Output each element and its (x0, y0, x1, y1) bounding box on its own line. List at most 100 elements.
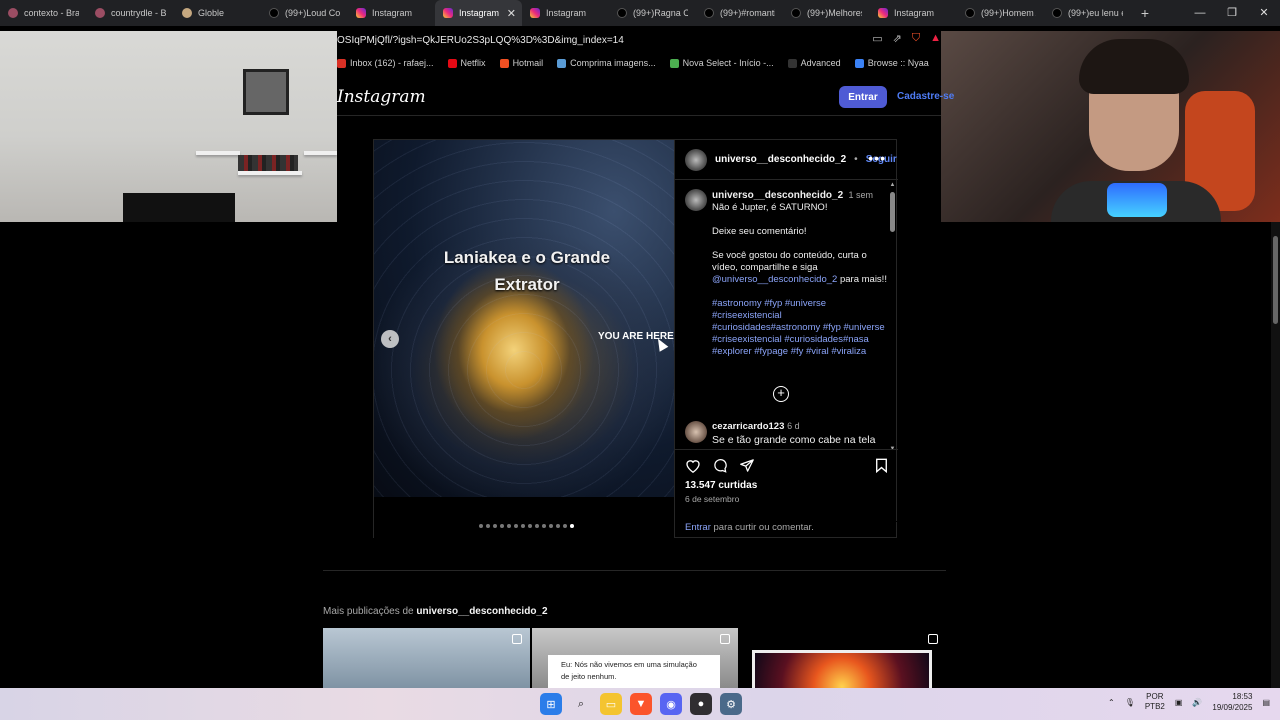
caption-hashtags[interactable]: #astronomy #fyp #universe #criseexistenc… (712, 298, 887, 358)
bookmark-label: Browse :: Nyaa (867, 58, 929, 68)
url-text[interactable]: OSIqPMjQfl/?igsh=QkJERUo2S3pLQQ%3D%3D&im… (337, 35, 624, 46)
browser-tab[interactable]: countrydle - Br (87, 0, 174, 26)
author-avatar[interactable] (685, 148, 707, 171)
caption-line-2: Deixe seu comentário! (712, 226, 807, 237)
browser-tab[interactable]: (99+)Ragna Cri (609, 0, 696, 26)
browser-tab[interactable]: Instagram (870, 0, 957, 26)
carousel-dot (521, 524, 525, 528)
share-paper-plane-icon[interactable] (739, 458, 755, 473)
more-post-thumbnail[interactable] (740, 628, 946, 688)
likes-count[interactable]: 13.547 curtidas (685, 480, 757, 491)
system-tray: ⌃ 🎙 POR PTB2 ▣ 🔊 18:53 19/09/2025 ▤ (1108, 691, 1270, 713)
close-tab-icon[interactable]: ✕ (507, 7, 516, 20)
address-bar[interactable]: OSIqPMjQfl/?igsh=QkJERUo2S3pLQQ%3D%3D&im… (337, 30, 941, 50)
carousel-dot (479, 524, 483, 528)
comment-bubble-icon[interactable] (712, 458, 728, 473)
brave-browser-icon[interactable]: ▼ (630, 693, 652, 715)
restore-button[interactable]: ❐ (1216, 0, 1248, 26)
browser-tab[interactable]: Globle (174, 0, 261, 26)
browser-tab[interactable]: Instagram ✕ (435, 0, 522, 26)
new-tab-button[interactable]: + (1135, 5, 1155, 21)
load-more-comments-button[interactable]: + (773, 386, 789, 402)
caption-line-3: Se você gostou do conteúdo, curta o víde… (712, 250, 887, 285)
carousel-dot (535, 524, 539, 528)
comments-list[interactable]: universo__desconhecido_2 1 sem Não é Jup… (675, 181, 898, 449)
carousel-footer (374, 497, 674, 538)
obs-icon[interactable]: ● (690, 693, 712, 715)
network-icon[interactable]: ▣ (1175, 698, 1183, 707)
browser-tab[interactable]: Instagram (348, 0, 435, 26)
bookmark-item[interactable]: Netflix (447, 58, 486, 68)
save-bookmark-icon[interactable] (875, 458, 888, 473)
comments-scrollbar[interactable]: ▲ ▼ (889, 182, 896, 452)
carousel-dot (493, 524, 497, 528)
more-posts-author[interactable]: universo__desconhecido_2 (416, 606, 547, 617)
carousel-dot (514, 524, 518, 528)
clock[interactable]: 18:53 19/09/2025 (1212, 691, 1252, 713)
browser-tab[interactable]: (99+)eu lenu e (1044, 0, 1131, 26)
settings-gear-icon[interactable]: ⚙ (720, 693, 742, 715)
bookmark-item[interactable]: Comprima imagens... (557, 58, 656, 68)
instagram-logo[interactable]: Instagram (337, 87, 426, 107)
caption-username[interactable]: universo__desconhecido_2 (712, 190, 843, 201)
author-username[interactable]: universo__desconhecido_2 (715, 154, 846, 165)
post-sidebar: universo__desconhecido_2 • Seguir ••• un… (674, 140, 898, 537)
close-window-button[interactable]: ✕ (1248, 0, 1280, 26)
bookmark-item[interactable]: Browse :: Nyaa (854, 58, 929, 68)
browser-tab[interactable]: (99+)Melhores (783, 0, 870, 26)
more-options-icon[interactable]: ••• (868, 150, 886, 166)
instagram-header: Instagram Entrar Cadastre-se (337, 82, 954, 116)
start-windows-icon[interactable]: ⊞ (540, 693, 562, 715)
bookmark-item[interactable]: Advanced (787, 58, 841, 68)
cast-icon[interactable]: ▭ (872, 32, 882, 45)
caption-mention[interactable]: @universo__desconhecido_2 (712, 274, 837, 285)
microphone-icon[interactable]: 🎙 (1125, 698, 1135, 707)
tray-chevron-icon[interactable]: ⌃ (1108, 698, 1115, 707)
browser-tab[interactable]: contexto - Brav (0, 0, 87, 26)
bookmark-item[interactable]: Hotmail (499, 58, 543, 68)
share-icon[interactable]: ⇗ (893, 32, 902, 45)
bookmark-item[interactable]: Inbox (162) - rafaej... (337, 58, 434, 68)
signup-link[interactable]: Cadastre-se (897, 91, 954, 102)
carousel-dot (556, 524, 560, 528)
commenter-username[interactable]: cezarricardo123 (712, 421, 784, 432)
reel-icon (928, 634, 938, 644)
tab-title: (99+)eu lenu e (1068, 8, 1123, 18)
browser-tab[interactable]: (99+)Homem A (957, 0, 1044, 26)
login-button[interactable]: Entrar (839, 86, 887, 108)
brave-shield-icon[interactable]: ⛉ (912, 32, 920, 45)
search-icon[interactable]: ⌕ (570, 693, 592, 715)
caption-line-1: Não é Jupter, é SATURNO! (712, 202, 828, 213)
bookmark-item[interactable]: Nova Select - Início -... (669, 58, 774, 68)
bookmarks-bar: Inbox (162) - rafaej... Netflix Hotmail Com… (337, 54, 941, 72)
discord-icon[interactable]: ◉ (660, 693, 682, 715)
volume-icon[interactable]: 🔊 (1192, 698, 1202, 707)
login-prompt-link[interactable]: Entrar (685, 522, 711, 533)
bookmark-favicon-icon (557, 58, 567, 68)
more-post-thumbnail[interactable] (323, 628, 530, 688)
commenter-avatar[interactable] (685, 421, 707, 443)
post-image[interactable]: Laniakea e o Grande Extrator YOU ARE HER… (374, 140, 674, 497)
post-actions: 13.547 curtidas 6 de setembro Entrar par… (675, 449, 898, 537)
tab-title: (99+)#romanti (720, 8, 775, 18)
browser-tab[interactable]: (99+)Loud Cor (261, 0, 348, 26)
file-explorer-icon[interactable]: ▭ (600, 693, 622, 715)
brave-rewards-icon[interactable]: ▲ (930, 32, 941, 45)
browser-tab[interactable]: (99+)#romanti (696, 0, 783, 26)
caption-avatar[interactable] (685, 189, 707, 211)
bookmark-favicon-icon (669, 58, 679, 68)
tiktok-icon (617, 8, 627, 18)
webcam-streamer-overlay (941, 31, 1280, 222)
post-header: universo__desconhecido_2 • Seguir ••• (675, 140, 898, 180)
bookmark-label: Comprima imagens... (570, 58, 656, 68)
minimize-button[interactable]: — (1184, 0, 1216, 26)
tiktok-icon (704, 8, 714, 18)
more-post-thumbnail[interactable]: Eu: Nós não vivemos em uma simulação de … (532, 628, 738, 688)
comment-text: Se e tão grande como cabe na tela (712, 434, 876, 446)
language-indicator[interactable]: POR PTB2 (1145, 692, 1165, 712)
previous-slide-button[interactable]: ‹ (381, 330, 399, 348)
page-scrollbar[interactable] (1271, 222, 1280, 688)
browser-tab[interactable]: Instagram (522, 0, 609, 26)
like-heart-icon[interactable] (685, 458, 701, 473)
notification-icon[interactable]: ▤ (1262, 698, 1270, 707)
